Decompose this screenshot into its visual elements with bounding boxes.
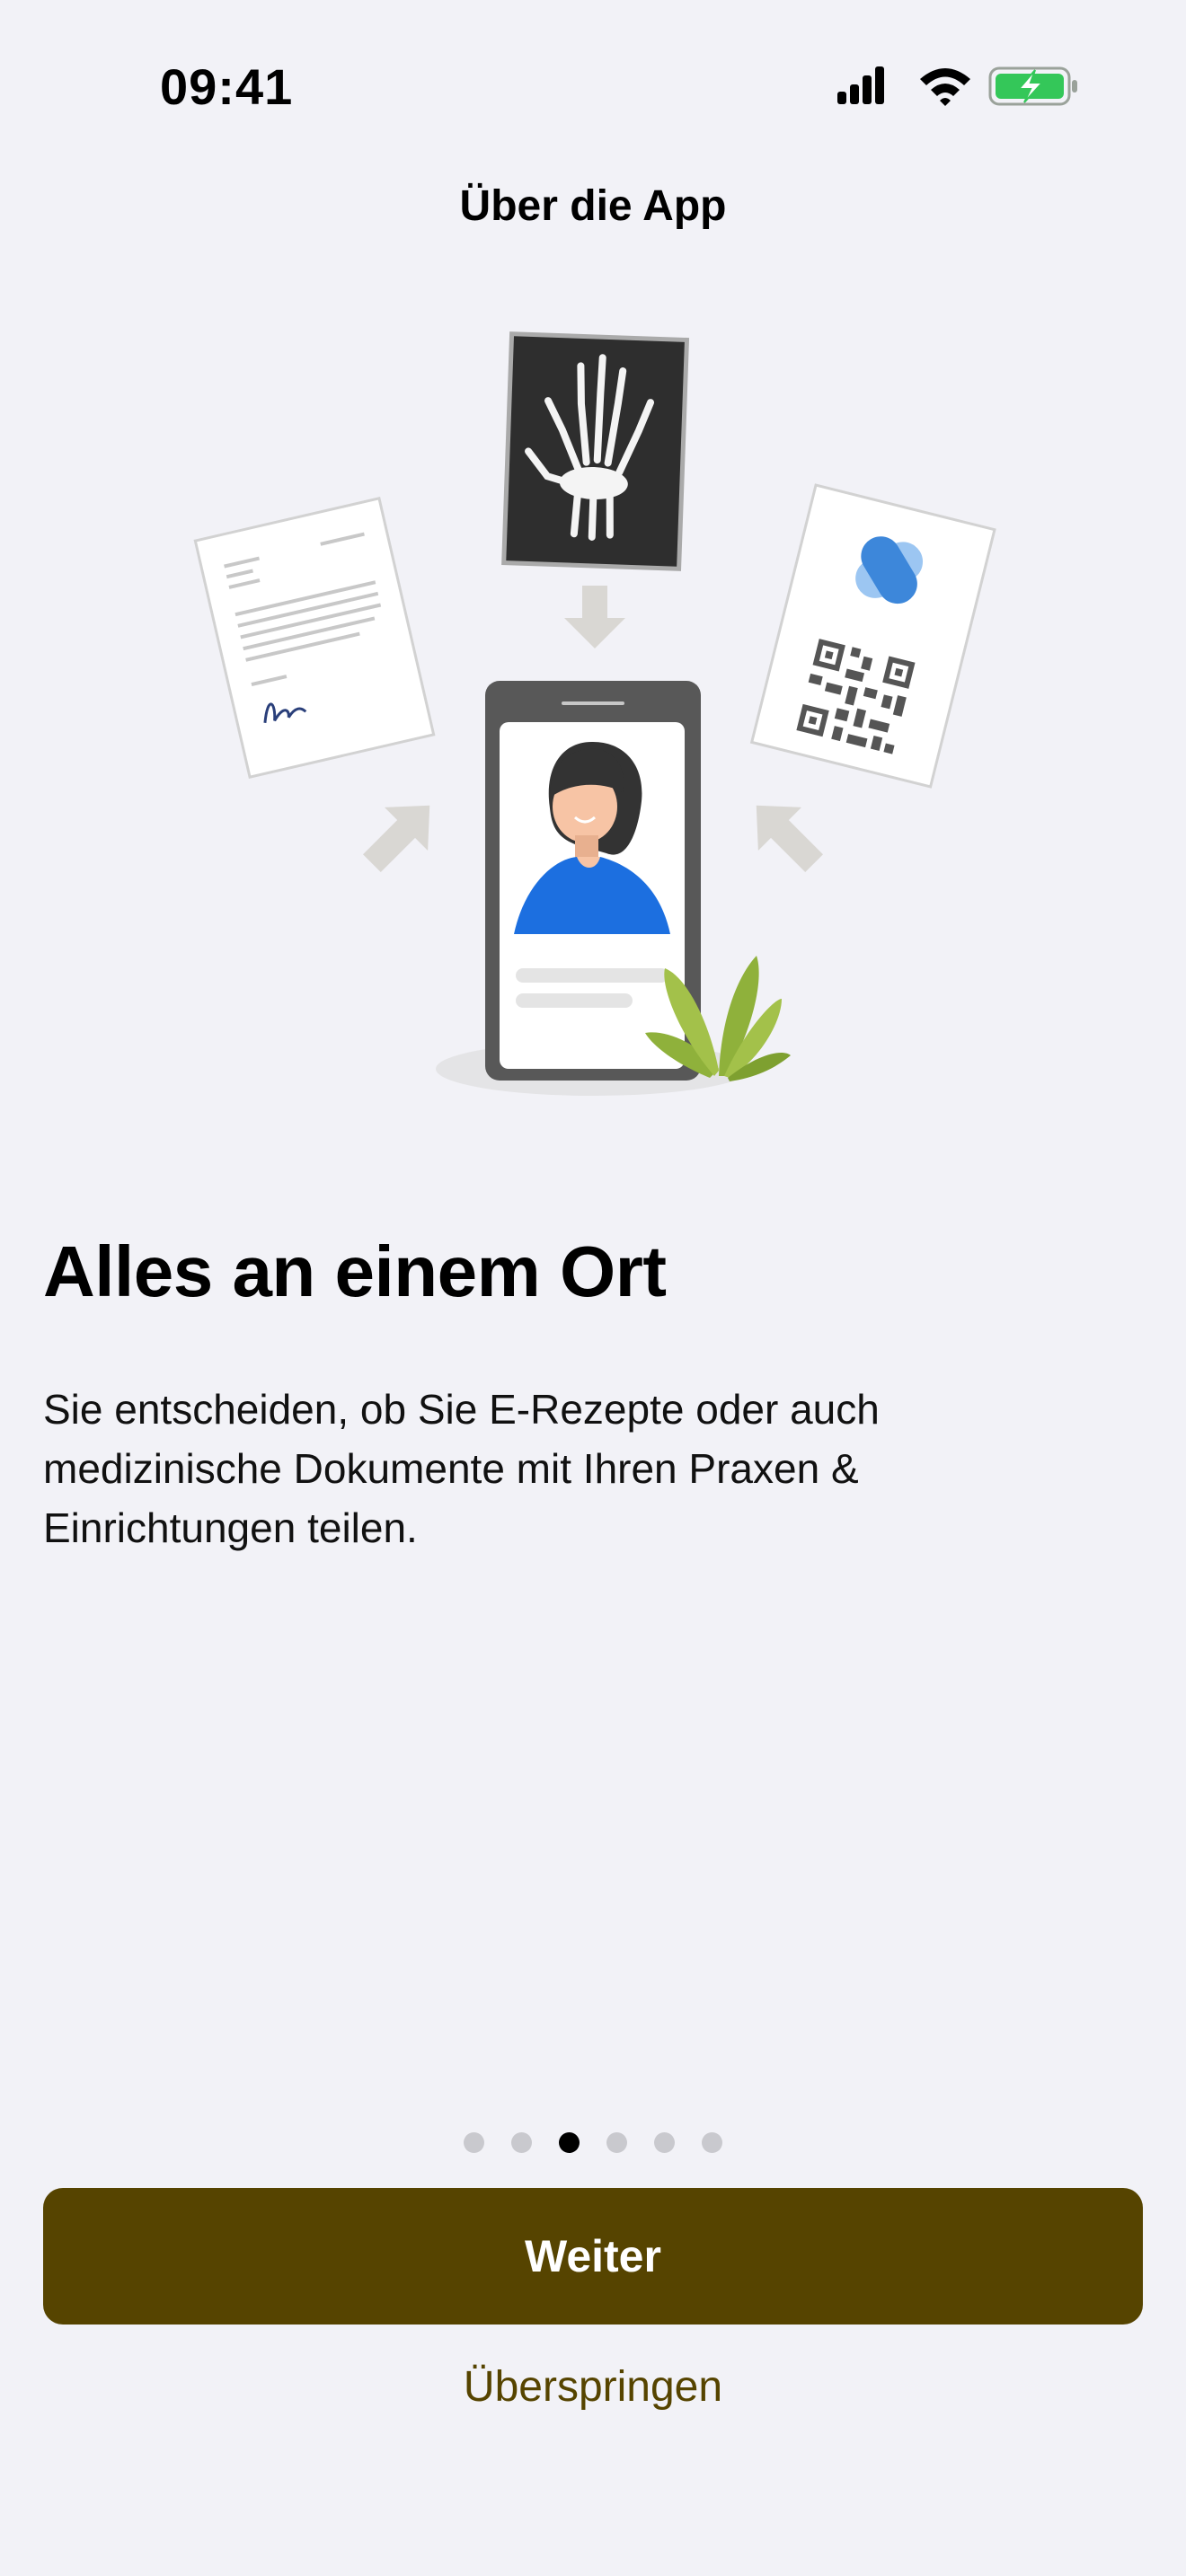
- status-icons: [837, 66, 1077, 106]
- phone-icon: [485, 681, 701, 1081]
- skip-button[interactable]: Überspringen: [0, 2362, 1186, 2412]
- cellular-signal-icon: [837, 66, 884, 104]
- wifi-icon: [920, 68, 970, 106]
- page-dot-2[interactable]: [511, 2132, 532, 2153]
- xray-image-icon: [501, 331, 690, 571]
- nav-title: Über die App: [459, 182, 727, 230]
- status-time: 09:41: [160, 58, 294, 115]
- arrow-left-down-icon: [756, 805, 824, 873]
- page-dot-3-active[interactable]: [559, 2132, 580, 2153]
- letter-document-icon: [193, 497, 436, 779]
- page-dot-5[interactable]: [654, 2132, 675, 2153]
- prescription-document-icon: [749, 483, 996, 789]
- arrow-down-icon: [564, 586, 625, 648]
- arrow-right-down-icon: [362, 805, 430, 873]
- battery-charging-icon: [988, 66, 1077, 106]
- onboarding-description: Sie entscheiden, ob Sie E-Rezepte oder a…: [43, 1386, 880, 1551]
- next-button[interactable]: Weiter: [43, 2188, 1143, 2325]
- page-dot-4[interactable]: [606, 2132, 627, 2153]
- onboarding-headline: Alles an einem Ort: [43, 1231, 667, 1311]
- page-dot-1[interactable]: [464, 2132, 484, 2153]
- status-bar: 09:41: [0, 0, 1186, 171]
- page-dot-6[interactable]: [702, 2132, 722, 2153]
- page-indicator[interactable]: [0, 2132, 1186, 2153]
- onboarding-illustration: [193, 331, 996, 1096]
